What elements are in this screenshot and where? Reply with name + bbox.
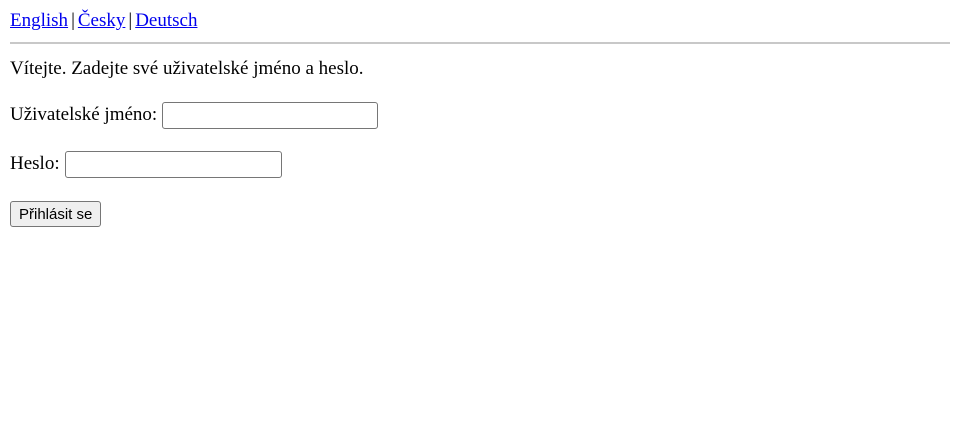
- username-input[interactable]: [162, 101, 379, 129]
- login-page: English | Česky | Deutsch Vítejte. Zadejte s…: [0, 0, 960, 227]
- language-switcher: English | Česky | Deutsch: [10, 8, 950, 34]
- language-link-english[interactable]: English: [10, 10, 68, 31]
- language-link-czech[interactable]: Česky: [78, 10, 126, 31]
- welcome-message: Vítejte. Zadejte své uživatelské jméno a…: [10, 58, 364, 79]
- password-label: Heslo:: [10, 153, 60, 174]
- language-separator: |: [71, 10, 75, 31]
- password-row: Heslo:: [10, 150, 950, 178]
- login-button[interactable]: Přihlásit se: [10, 201, 102, 227]
- submit-row: Přihlásit se: [10, 201, 950, 227]
- header-divider: [10, 42, 950, 44]
- username-row: Uživatelské jméno:: [10, 101, 950, 129]
- password-input[interactable]: [64, 150, 282, 178]
- login-form: Uživatelské jméno: Heslo: Přihlásit se: [10, 101, 950, 227]
- username-label: Uživatelské jméno:: [10, 104, 158, 125]
- language-link-german[interactable]: Deutsch: [135, 10, 197, 31]
- language-separator: |: [128, 10, 133, 31]
